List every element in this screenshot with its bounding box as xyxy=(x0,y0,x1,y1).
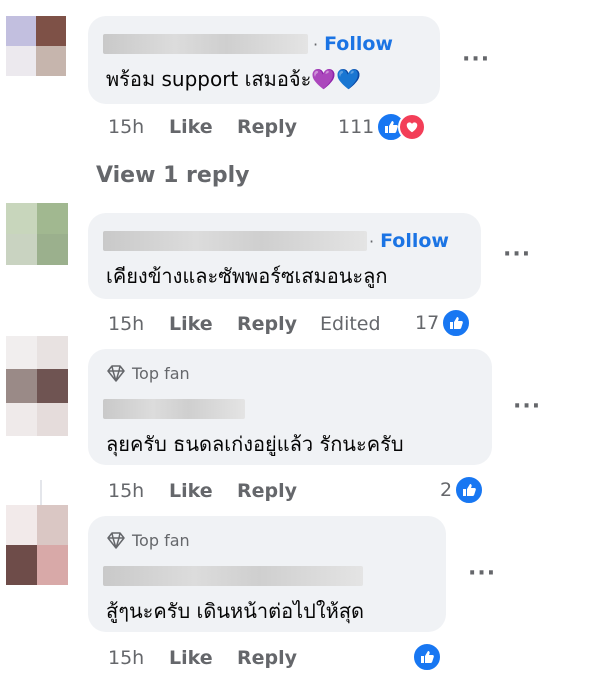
more-options-icon[interactable]: ··· xyxy=(503,244,531,266)
reaction-count: 2 xyxy=(440,479,453,501)
commenter-name[interactable] xyxy=(103,399,245,419)
avatar[interactable] xyxy=(6,336,68,436)
reactions-summary[interactable]: 17 xyxy=(415,308,472,338)
view-replies-link[interactable]: View 1 reply xyxy=(96,163,249,188)
follow-button[interactable]: · Follow xyxy=(369,230,449,252)
separator-dot: · xyxy=(313,35,319,54)
top-fan-label: Top fan xyxy=(132,531,190,550)
comment-actions: 15h Like Reply xyxy=(0,116,600,140)
more-options-icon[interactable]: ··· xyxy=(468,563,496,585)
reply-button[interactable]: Reply xyxy=(237,647,297,669)
avatar[interactable] xyxy=(6,505,68,585)
more-options-icon[interactable]: ··· xyxy=(513,396,541,418)
reactions-summary[interactable]: 2 xyxy=(440,475,485,505)
follow-button[interactable]: · Follow xyxy=(313,33,393,55)
avatar[interactable] xyxy=(6,16,66,76)
commenter-name[interactable] xyxy=(103,566,363,586)
comment-actions: 15h Like Reply Edited xyxy=(0,313,600,337)
diamond-icon xyxy=(107,364,125,382)
reply-button[interactable]: Reply xyxy=(237,313,297,335)
reaction-count: 17 xyxy=(415,312,440,334)
top-fan-label: Top fan xyxy=(132,364,190,383)
reactions-summary[interactable]: 111 xyxy=(338,112,427,142)
follow-label: Follow xyxy=(380,230,449,252)
like-button[interactable]: Like xyxy=(169,116,213,138)
edited-label: Edited xyxy=(320,313,381,335)
like-icon xyxy=(441,308,472,338)
more-options-icon[interactable]: ··· xyxy=(462,49,490,71)
avatar[interactable] xyxy=(6,203,68,265)
comment-text: ลุยครับ ธนดลเก่งอยู่แล้ว รักนะครับ xyxy=(106,432,404,456)
comment-actions: 15h Like Reply xyxy=(0,480,600,504)
reply-button[interactable]: Reply xyxy=(237,116,297,138)
like-icon xyxy=(454,475,485,505)
commenter-name[interactable] xyxy=(103,34,308,54)
timestamp[interactable]: 15h xyxy=(108,116,144,138)
reply-button[interactable]: Reply xyxy=(237,480,297,502)
timestamp[interactable]: 15h xyxy=(108,480,144,502)
timestamp[interactable]: 15h xyxy=(108,647,144,669)
comment-text: เคียงข้างและซัพพอร์ซเสมอนะลูก xyxy=(106,264,388,288)
timestamp[interactable]: 15h xyxy=(108,313,144,335)
like-icon xyxy=(412,642,442,672)
diamond-icon xyxy=(107,531,125,549)
reactions-summary[interactable] xyxy=(412,642,442,672)
love-icon xyxy=(398,113,427,141)
like-button[interactable]: Like xyxy=(169,480,213,502)
like-button[interactable]: Like xyxy=(169,313,213,335)
comment-actions: 15h Like Reply xyxy=(0,647,600,671)
comment-text: พร้อม support เสมอจ้ะ💜💙 xyxy=(106,67,362,91)
comment-text: สู้ๆนะครับ เดินหน้าต่อไปให้สุด xyxy=(106,599,365,623)
like-button[interactable]: Like xyxy=(169,647,213,669)
reaction-count: 111 xyxy=(338,116,375,138)
top-fan-badge[interactable]: Top fan xyxy=(106,364,190,383)
separator-dot: · xyxy=(369,232,375,251)
commenter-name[interactable] xyxy=(103,231,367,251)
top-fan-badge[interactable]: Top fan xyxy=(106,531,190,550)
follow-label: Follow xyxy=(324,33,393,55)
